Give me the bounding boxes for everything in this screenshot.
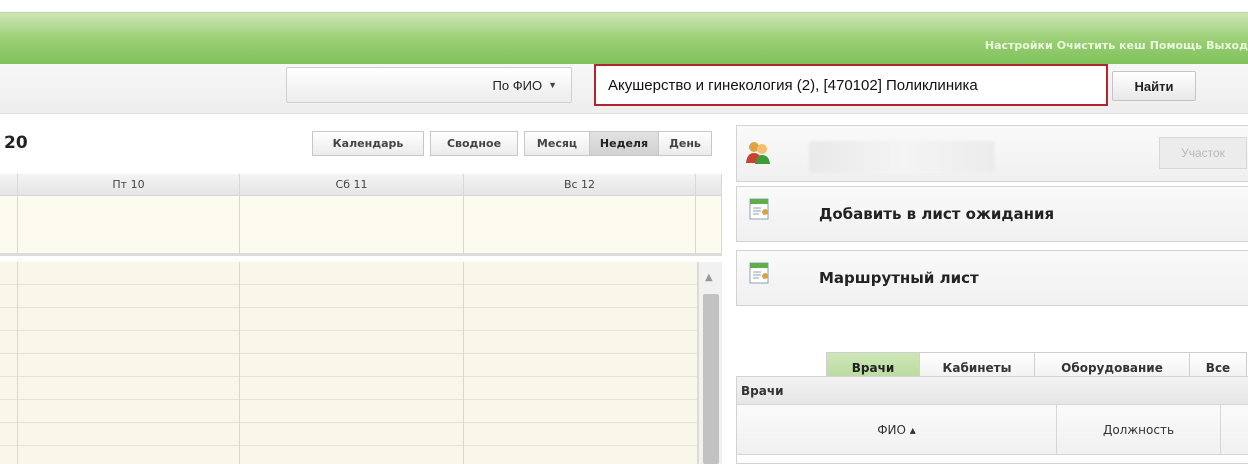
day-header bbox=[0, 174, 18, 196]
search-input[interactable]: Акушерство и гинекология (2), [470102] П… bbox=[594, 64, 1108, 106]
time-slots-sat[interactable] bbox=[240, 262, 464, 464]
settings-link[interactable]: Настройки bbox=[985, 39, 1053, 52]
waitlist-document-icon bbox=[749, 198, 769, 220]
allday-cell-sun[interactable] bbox=[464, 196, 696, 256]
time-slots-sun[interactable] bbox=[464, 262, 698, 464]
chevron-down-icon: ▼ bbox=[548, 80, 557, 90]
add-to-waitlist-button[interactable]: Добавить в лист ожидания bbox=[736, 186, 1248, 242]
top-header: Настройки Очистить кеш Помощь Выход bbox=[0, 12, 1248, 64]
district-button[interactable]: Участок bbox=[1159, 137, 1247, 169]
allday-cell-spacer bbox=[696, 196, 722, 256]
tab-day[interactable]: День bbox=[658, 131, 712, 156]
app-window: Настройки Очистить кеш Помощь Выход По Ф… bbox=[0, 0, 1248, 464]
route-sheet-button[interactable]: Маршрутный лист bbox=[736, 250, 1248, 306]
waitlist-label: Добавить в лист ожидания bbox=[819, 205, 1055, 223]
column-header-extra[interactable] bbox=[1221, 405, 1248, 455]
scroll-up-icon[interactable]: ▲ bbox=[705, 272, 713, 283]
route-label: Маршрутный лист bbox=[819, 269, 979, 287]
view-tabs: Календарь Сводное Месяц Неделя День bbox=[312, 131, 712, 156]
tab-calendar[interactable]: Календарь bbox=[312, 131, 424, 156]
logout-link[interactable]: Выход bbox=[1206, 39, 1248, 52]
scrollbar-thumb[interactable] bbox=[703, 294, 719, 464]
allday-cell-fri[interactable] bbox=[18, 196, 240, 256]
time-slots-column[interactable] bbox=[0, 262, 18, 464]
period-title: 20 bbox=[4, 133, 28, 153]
day-header-fri: Пт 10 bbox=[18, 174, 240, 196]
header-links: Настройки Очистить кеш Помощь Выход bbox=[985, 39, 1248, 52]
help-link[interactable]: Помощь bbox=[1150, 39, 1202, 52]
allday-cell[interactable] bbox=[0, 196, 18, 256]
column-header-position[interactable]: Должность bbox=[1057, 405, 1221, 455]
patient-name-redacted bbox=[809, 141, 995, 173]
search-type-label: По ФИО bbox=[492, 77, 543, 93]
patients-icon bbox=[746, 142, 770, 164]
route-document-icon bbox=[749, 262, 769, 284]
day-header-spacer bbox=[696, 174, 722, 196]
allday-cell-sat[interactable] bbox=[240, 196, 464, 256]
day-header-sat: Сб 11 bbox=[240, 174, 464, 196]
doctors-section-title: Врачи bbox=[737, 377, 1248, 405]
tab-week[interactable]: Неделя bbox=[589, 131, 659, 156]
doctors-table: Врачи ФИО ▴ Должность bbox=[736, 376, 1248, 464]
day-header-sun: Вс 12 bbox=[464, 174, 696, 196]
column-header-name[interactable]: ФИО ▴ bbox=[737, 405, 1057, 455]
find-button[interactable]: Найти bbox=[1112, 71, 1196, 101]
clear-cache-link[interactable]: Очистить кеш bbox=[1057, 39, 1146, 52]
patient-panel: Участок bbox=[736, 125, 1248, 182]
tab-month[interactable]: Месяц bbox=[524, 131, 590, 156]
calendar-scrollbar[interactable]: ▲ bbox=[698, 262, 722, 464]
tab-summary[interactable]: Сводное bbox=[430, 131, 518, 156]
search-type-dropdown[interactable]: По ФИО ▼ bbox=[286, 67, 572, 103]
time-slots-fri[interactable] bbox=[18, 262, 240, 464]
